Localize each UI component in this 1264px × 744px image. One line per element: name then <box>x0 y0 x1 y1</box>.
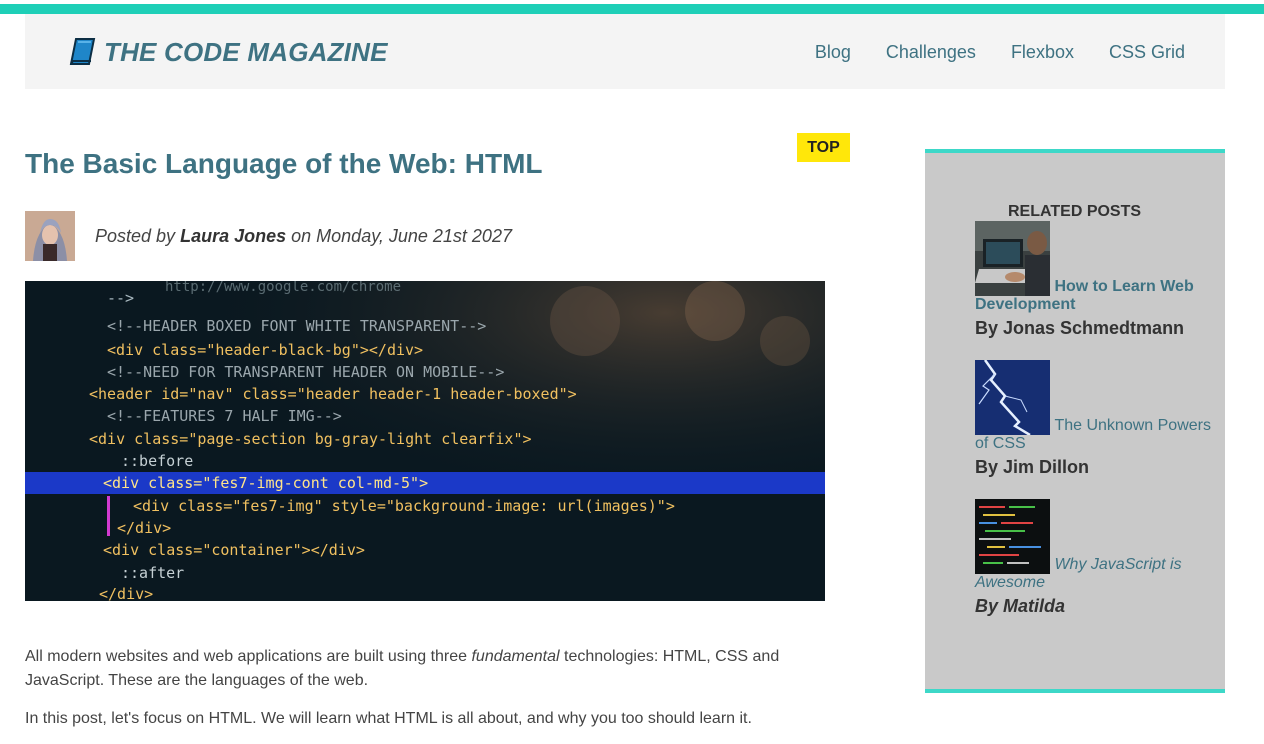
related-post-author: By Jim Dillon <box>975 457 1090 477</box>
nav-link-blog[interactable]: Blog <box>815 42 851 63</box>
article-title: The Basic Language of the Web: HTML <box>25 148 543 179</box>
hero-code-line: <div class="fes7-img-cont col-md-5"> <box>103 474 428 492</box>
article-paragraph: In this post, let's focus on HTML. We wi… <box>25 710 752 727</box>
related-post-item: The Unknown Powers of CSS By Jim Dillon <box>975 359 1215 478</box>
hero-code-line: </div> <box>99 585 153 601</box>
related-post-author: By Matilda <box>975 596 1066 616</box>
hero-code-line: ::after <box>121 564 184 582</box>
hero-code-line: </div> <box>117 519 171 537</box>
nav-link-challenges[interactable]: Challenges <box>886 42 976 63</box>
hero-code-line: <!--NEED FOR TRANSPARENT HEADER ON MOBIL… <box>107 363 504 381</box>
site-title: THE CODE MAGAZINE <box>104 36 388 67</box>
site-logo[interactable]: THE CODE MAGAZINE <box>67 36 388 68</box>
site-header: THE CODE MAGAZINE Blog Challenges Flexbo… <box>25 14 1225 89</box>
hero-url-text: http://www.google.com/chrome <box>165 281 401 295</box>
main-nav: Blog Challenges Flexbox CSS Grid <box>815 42 1185 63</box>
article-paragraph: All modern websites and web applications… <box>25 648 780 689</box>
post-thumbnail[interactable] <box>975 499 1050 574</box>
article-byline: Posted by Laura Jones on Monday, June 21… <box>95 226 512 247</box>
book-icon <box>69 38 96 65</box>
hero-code-line: <header id="nav" class="header header-1 … <box>89 385 577 403</box>
hero-code-line: --> <box>107 289 134 307</box>
hero-code-line: <div class="container"></div> <box>103 541 365 559</box>
post-thumbnail[interactable] <box>975 221 1050 296</box>
hero-code-line: <!--HEADER BOXED FONT WHITE TRANSPARENT-… <box>107 317 486 335</box>
hero-code-line: ::before <box>121 452 193 470</box>
related-post-item: How to Learn Web Development By Jonas Sc… <box>975 221 1215 339</box>
byline-prefix: Posted by <box>95 225 176 246</box>
author-name[interactable]: Laura Jones <box>180 226 286 246</box>
hero-code-image: http://www.google.com/chrome --> <!--HEA… <box>25 281 825 601</box>
related-posts-heading: RELATED POSTS <box>1008 203 1142 220</box>
hero-code-line: <div class="fes7-img" style="background-… <box>133 497 675 515</box>
top-tag-badge: TOP <box>797 133 850 162</box>
hero-code-line: <!--FEATURES 7 HALF IMG--> <box>107 407 342 425</box>
author-avatar <box>25 211 75 261</box>
author-row: Posted by Laura Jones on Monday, June 21… <box>25 211 512 261</box>
related-post-author: By Jonas Schmedtmann <box>975 318 1185 338</box>
top-accent-bar <box>0 4 1264 14</box>
nav-link-flexbox[interactable]: Flexbox <box>1011 42 1074 63</box>
hero-code-line: <div class="page-section bg-gray-light c… <box>89 430 532 448</box>
nav-link-css-grid[interactable]: CSS Grid <box>1109 42 1185 63</box>
hero-code-line: <div class="header-black-bg"></div> <box>107 341 423 359</box>
post-thumbnail[interactable] <box>975 359 1050 437</box>
related-post-item: Why JavaScript is Awesome By Matilda <box>975 499 1215 617</box>
byline-date: on Monday, June 21st 2027 <box>291 225 512 246</box>
related-posts-sidebar: RELATED POSTS How to Learn Web Developme… <box>925 149 1225 693</box>
